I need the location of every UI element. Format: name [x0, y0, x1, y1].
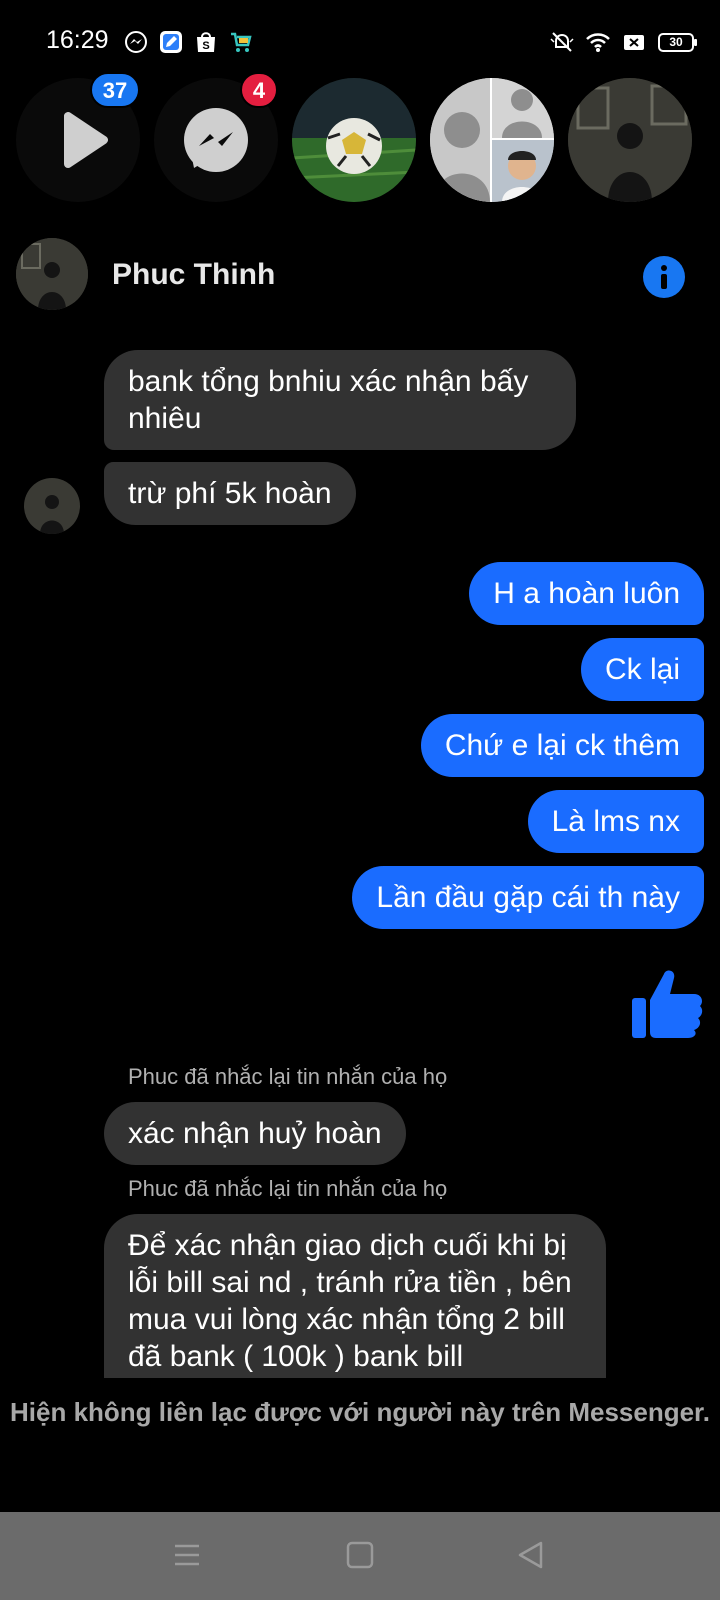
silent-icon	[550, 32, 574, 52]
system-icons: 30	[550, 30, 697, 54]
group-head[interactable]	[430, 78, 554, 202]
like-icon[interactable]	[630, 966, 704, 1040]
message-bubble-in[interactable]: xác nhận huỷ hoàn	[104, 1102, 406, 1165]
reply-note: Phuc đã nhắc lại tin nhắn của họ	[128, 1064, 448, 1089]
no-sim-icon	[624, 35, 644, 50]
battery-icon: 30	[658, 32, 697, 52]
back-icon[interactable]	[516, 1540, 546, 1570]
football-head[interactable]	[292, 78, 416, 202]
cart-app-icon	[231, 32, 252, 52]
status-bar: 16:29 S 30	[0, 0, 720, 80]
person-photo	[568, 78, 692, 202]
notification-icons: S	[124, 30, 253, 54]
message-bubble-in[interactable]: Để xác nhận giao dịch cuối khi bị lỗi bi…	[104, 1214, 606, 1378]
reply-note: Phuc đã nhắc lại tin nhắn của họ	[128, 1176, 448, 1201]
unread-badge: 4	[240, 72, 278, 108]
home-icon[interactable]	[345, 1540, 375, 1570]
shopee-icon: S	[197, 32, 215, 52]
status-time: 16:29	[46, 26, 109, 54]
message-bubble-out[interactable]: Ck lại	[580, 638, 704, 701]
message-bubble-out[interactable]: H a hoàn luôn	[469, 562, 704, 625]
message-bubble-out[interactable]: Lần đầu gặp cái th này	[352, 866, 704, 929]
message-bubble-out[interactable]: Là lms nx	[527, 790, 704, 853]
unread-badge: 37	[90, 72, 140, 108]
edit-app-icon	[160, 31, 182, 53]
unreachable-notice: Hiện không liên lạc được với người này t…	[10, 1397, 710, 1427]
chat-panel: Phuc Thinh bank tổng bnhiu xác nhận bấy …	[0, 218, 720, 1510]
group-avatar	[430, 78, 554, 202]
message-bubble-in[interactable]: trừ phí 5k hoàn	[104, 462, 356, 525]
message-bubble-out[interactable]: Chứ e lại ck thêm	[420, 714, 704, 777]
sender-avatar	[24, 478, 80, 534]
message-bubble-in[interactable]: bank tổng bnhiu xác nhận bấy nhiêu	[104, 350, 576, 450]
wifi-icon	[586, 33, 610, 52]
person-head[interactable]	[568, 78, 692, 202]
navigation-bar	[0, 1512, 720, 1600]
messenger-icon	[125, 31, 147, 53]
svg-text:S: S	[202, 40, 209, 52]
menu-icon[interactable]	[172, 1540, 202, 1570]
chat-heads-row: 37 4	[0, 72, 720, 204]
football-image	[292, 78, 416, 202]
message-list[interactable]: bank tổng bnhiu xác nhận bấy nhiêu trừ p…	[0, 218, 720, 1378]
